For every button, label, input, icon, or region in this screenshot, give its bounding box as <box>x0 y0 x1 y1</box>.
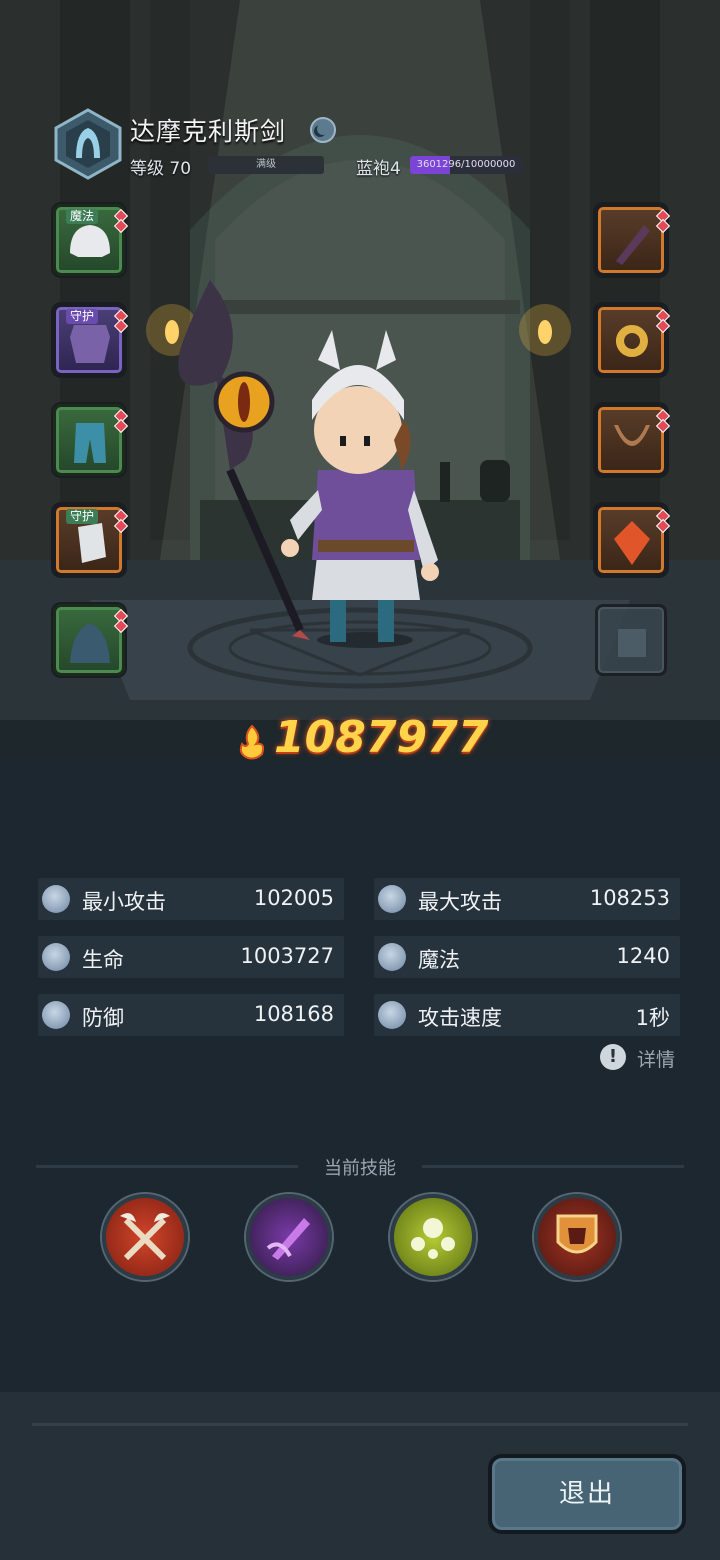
stat-label: 最小攻击 <box>82 890 166 914</box>
exit-button[interactable]: 退出 <box>488 1454 686 1534</box>
green-orbs-skill-icon <box>411 1218 455 1259</box>
equipment-slot-right-1[interactable] <box>595 204 671 276</box>
shield-helmet-skill-icon <box>556 1214 598 1254</box>
stat-value: 1秒 <box>635 1006 670 1030</box>
slot-tag: 守护 <box>66 309 99 324</box>
stat-value: 102005 <box>253 886 334 910</box>
hero-level: 等级 70 <box>130 159 192 179</box>
staff-weapon-icon <box>616 225 650 265</box>
stat-defense: 防御 108168 <box>38 994 344 1036</box>
equipment-slot-left-5[interactable] <box>53 604 129 676</box>
stat-label: 生命 <box>82 948 124 972</box>
hero-name: 达摩克利斯剑 <box>130 117 287 146</box>
bracer-icon <box>78 523 106 563</box>
stat-attack-speed: 攻击速度 1秒 <box>374 994 680 1036</box>
stat-value: 108253 <box>589 886 670 910</box>
hero-rank: 蓝袍4 <box>356 159 401 179</box>
gem-amulet-icon <box>614 521 650 565</box>
heart-icon <box>42 943 70 971</box>
equipment-slot-left-3[interactable] <box>53 404 129 476</box>
skills-title: 当前技能 <box>324 1158 396 1179</box>
stat-label: 攻击速度 <box>418 1006 502 1030</box>
purple-blade-skill-icon <box>266 1218 310 1260</box>
equipment-slot-right-2[interactable] <box>595 304 671 376</box>
stat-value: 108168 <box>253 1002 334 1026</box>
rank-progress-bar: 3601296/10000000 <box>410 156 522 174</box>
skill-slot-1[interactable] <box>102 1194 188 1280</box>
divider-right <box>422 1165 684 1168</box>
stat-label: 最大攻击 <box>418 890 502 914</box>
empty-slot-icon <box>618 629 646 657</box>
stat-max-attack: 最大攻击 108253 <box>374 878 680 920</box>
equipment-slot-right-3[interactable] <box>595 404 671 476</box>
slot-tag: 守护 <box>66 509 99 524</box>
stat-hp: 生命 1003727 <box>38 936 344 978</box>
stat-magic: 魔法 1240 <box>374 936 680 978</box>
pants-icon <box>74 423 106 463</box>
skill-slot-2[interactable] <box>246 1194 332 1280</box>
equipment-slot-left-4[interactable]: 守护 <box>53 504 129 576</box>
level-progress-bar: 满级 <box>208 156 324 174</box>
moon-badge-icon[interactable] <box>310 117 336 143</box>
stat-value: 1240 <box>616 944 670 968</box>
cloak-icon <box>70 623 110 663</box>
necklace-icon <box>614 425 650 446</box>
helmet-icon <box>70 225 110 257</box>
shield-icon <box>42 1001 70 1029</box>
slot-tag: 魔法 <box>66 209 99 224</box>
sword-icon <box>378 885 406 913</box>
details-label: 详情 <box>637 1049 676 1071</box>
equipment-slot-right-4[interactable] <box>595 504 671 576</box>
skill-slot-3[interactable] <box>390 1194 476 1280</box>
footer-divider <box>32 1423 688 1426</box>
stat-label: 魔法 <box>418 948 460 972</box>
sword-icon <box>42 885 70 913</box>
info-icon: ! <box>600 1044 626 1070</box>
skill-slot-4[interactable] <box>534 1194 620 1280</box>
rank-progress-text: 3601296/10000000 <box>416 159 516 170</box>
flame-power-icon <box>239 724 265 760</box>
combat-power: 1087977 <box>236 712 496 768</box>
hero-class-emblem-icon <box>54 108 122 180</box>
equipment-slot-right-5[interactable] <box>595 604 667 676</box>
combat-power-value: 1087977 <box>274 712 489 763</box>
ring-icon <box>615 325 648 357</box>
crossed-axes-skill-icon <box>120 1213 170 1261</box>
magic-swirl-icon <box>378 943 406 971</box>
equipment-slot-left-2[interactable]: 守护 <box>53 304 129 376</box>
armor-icon <box>70 325 110 363</box>
stat-value: 1003727 <box>240 944 334 968</box>
divider-left <box>36 1165 298 1168</box>
stat-min-attack: 最小攻击 102005 <box>38 878 344 920</box>
speed-icon <box>378 1001 406 1029</box>
equipment-slot-left-1[interactable]: 魔法 <box>53 204 129 276</box>
stat-label: 防御 <box>82 1006 124 1030</box>
